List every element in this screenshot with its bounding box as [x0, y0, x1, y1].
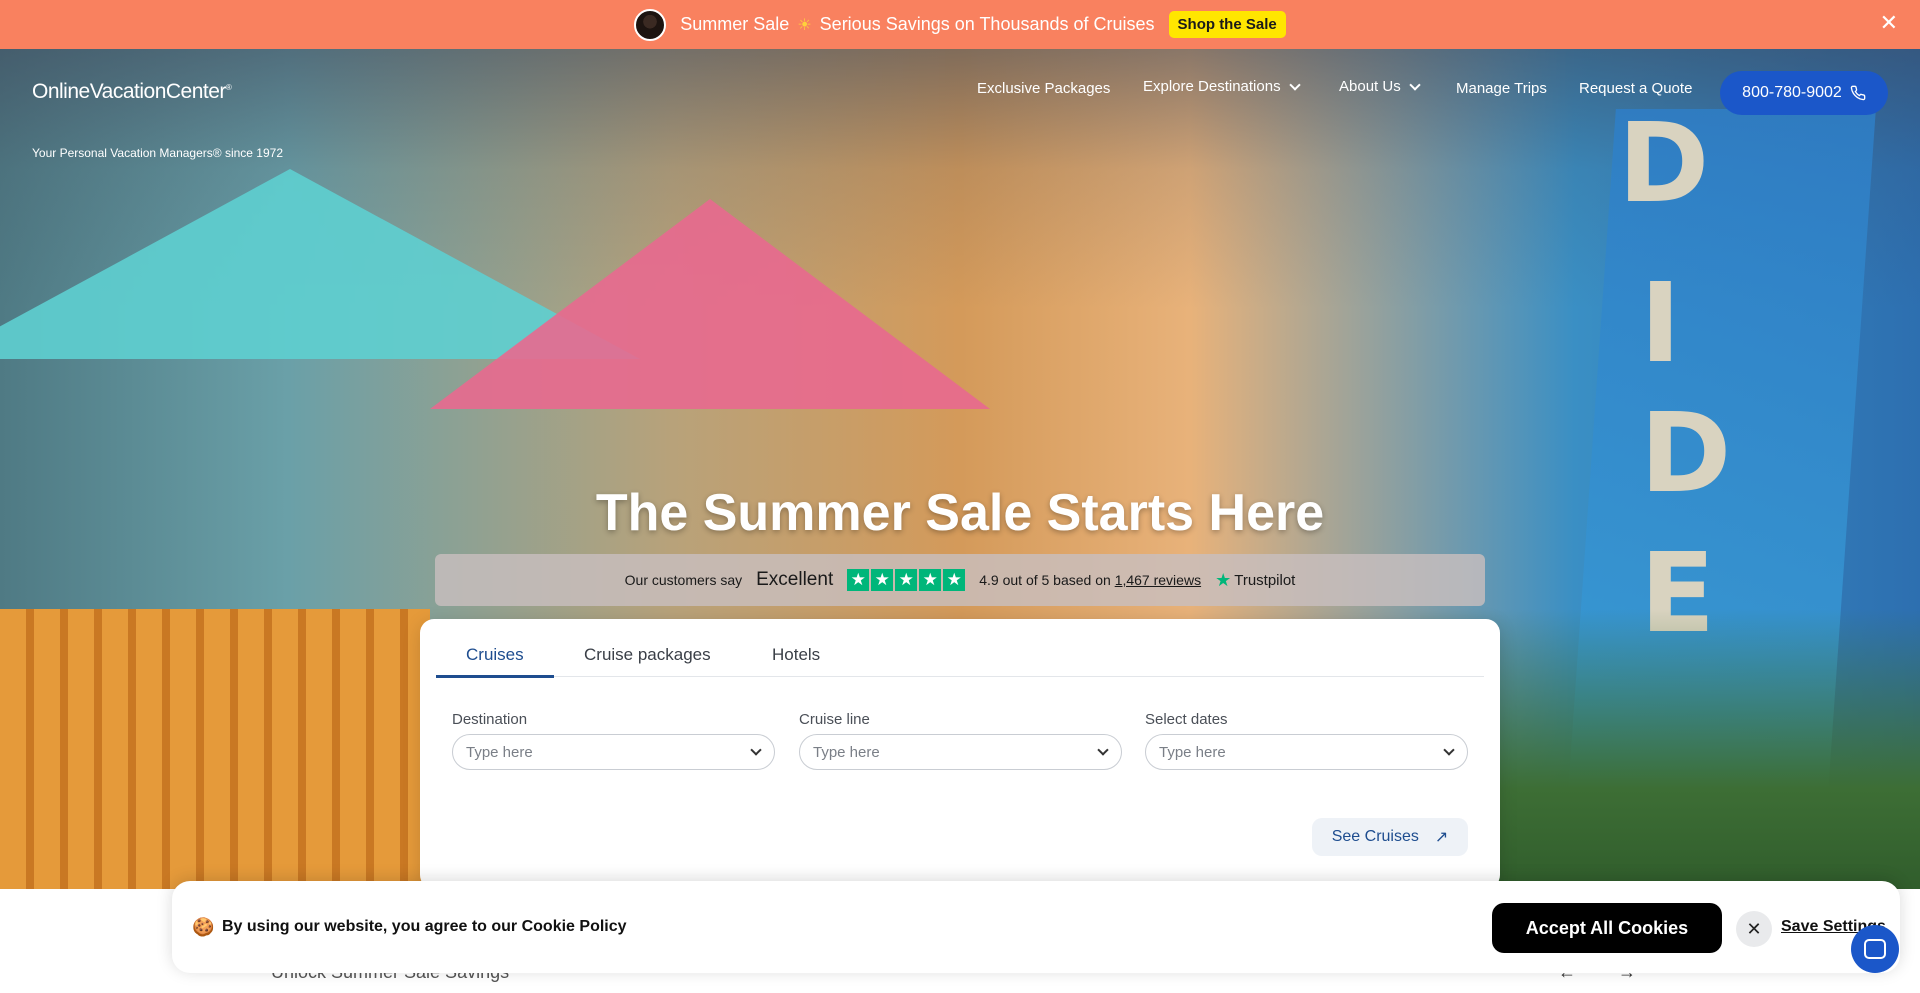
- chevron-down-icon: [1097, 744, 1109, 756]
- trust-prefix: Our customers say: [624, 572, 743, 588]
- tab-cruise-packages[interactable]: Cruise packages: [584, 645, 711, 665]
- select-dates-placeholder: Type here: [1159, 743, 1226, 761]
- trust-rating-word: Excellent: [756, 569, 834, 590]
- trustpilot-widget: Our customers say Excellent ★ ★ ★ ★ ★ 4.…: [435, 554, 1485, 606]
- logo-text: OnlineVacationCenter: [32, 80, 226, 103]
- trust-summary-text: 4.9 out of 5 based on: [979, 572, 1111, 588]
- chevron-down-icon: [1409, 78, 1421, 91]
- cookie-icon: 🍪: [192, 917, 215, 937]
- select-dates-select[interactable]: Type here: [1145, 734, 1468, 770]
- select-dates-label: Select dates: [1145, 711, 1228, 728]
- close-icon[interactable]: ✕: [1736, 911, 1772, 947]
- star-icon: ★: [895, 569, 918, 591]
- arrow-up-right-icon: ↗: [1434, 829, 1449, 846]
- destination-placeholder: Type here: [466, 743, 533, 761]
- phone-button[interactable]: 800-780-9002: [1720, 71, 1888, 115]
- star-icon: ★: [847, 569, 870, 591]
- promo-avatar: [634, 8, 667, 41]
- star-icon: ★: [943, 569, 966, 591]
- tab-cruises[interactable]: Cruises: [466, 645, 524, 665]
- promo-text: Summer Sale ☀ Serious Savings on Thousan…: [680, 14, 1154, 35]
- trustpilot-logo[interactable]: ★ Trustpilot: [1215, 570, 1295, 591]
- cruise-line-label: Cruise line: [799, 711, 870, 728]
- active-tab-indicator: [436, 675, 554, 678]
- chevron-down-icon: [1288, 78, 1301, 91]
- promo-text-savings: Serious Savings on Thousands of Cruises: [819, 14, 1155, 34]
- phone-icon: [1850, 85, 1866, 101]
- destination-label: Destination: [452, 711, 528, 728]
- sign-letter: D: [1618, 99, 1710, 227]
- chevron-down-icon: [750, 744, 762, 756]
- nav-label: About Us: [1339, 78, 1401, 95]
- trust-summary: 4.9 out of 5 based on 1,467 reviews: [979, 572, 1201, 588]
- promo-bar: Summer Sale ☀ Serious Savings on Thousan…: [0, 0, 1920, 49]
- trust-reviews-link[interactable]: 1,467 reviews: [1115, 572, 1201, 588]
- accept-all-cookies-button[interactable]: Accept All Cookies: [1492, 903, 1722, 953]
- see-cruises-label: See Cruises: [1331, 828, 1419, 845]
- star-icon: ★: [871, 569, 894, 591]
- see-cruises-button[interactable]: See Cruises ↗: [1312, 818, 1468, 856]
- nav-label: Explore Destinations: [1143, 78, 1281, 95]
- search-card: Cruises Cruise packages Hotels Destinati…: [420, 619, 1500, 889]
- shop-the-sale-button[interactable]: Shop the Sale: [1168, 11, 1286, 38]
- sun-icon: ☀: [797, 16, 812, 34]
- promo-text-sale: Summer Sale: [680, 14, 790, 34]
- hero-headline: The Summer Sale Starts Here: [595, 484, 1325, 542]
- cookie-text: By using our website, you agree to our C…: [222, 918, 627, 935]
- close-icon[interactable]: ✕: [1880, 12, 1898, 34]
- search-tabs: Cruises Cruise packages Hotels: [436, 619, 1484, 678]
- star-icon: ★: [919, 569, 942, 591]
- nav-label: Manage Trips: [1456, 80, 1547, 97]
- nav-exclusive-packages[interactable]: Exclusive Packages: [977, 80, 1110, 97]
- trustpilot-star-icon: ★: [1215, 569, 1232, 590]
- fence: [0, 609, 430, 889]
- nav-manage-trips[interactable]: Manage Trips: [1456, 80, 1547, 97]
- cruise-line-select[interactable]: Type here: [799, 734, 1122, 770]
- nav-about-us[interactable]: About Us: [1339, 78, 1421, 95]
- chat-icon: [1864, 939, 1886, 959]
- nav-label: Exclusive Packages: [977, 80, 1111, 97]
- nav-explore-destinations[interactable]: Explore Destinations: [1143, 78, 1301, 95]
- sign-letter: I: [1640, 259, 1681, 387]
- tagline: Your Personal Vacation Managers® since 1…: [32, 146, 283, 160]
- trust-stars: ★ ★ ★ ★ ★: [847, 569, 966, 591]
- cruise-line-placeholder: Type here: [813, 743, 880, 761]
- tab-hotels[interactable]: Hotels: [772, 645, 820, 665]
- site-logo[interactable]: OnlineVacationCenter®: [32, 80, 232, 104]
- registered-mark: ®: [225, 83, 232, 92]
- trustpilot-brand: Trustpilot: [1234, 571, 1296, 589]
- destination-select[interactable]: Type here: [452, 734, 775, 770]
- chat-launcher-button[interactable]: [1851, 925, 1899, 973]
- chevron-down-icon: [1443, 744, 1455, 756]
- cookie-banner: 🍪 By using our website, you agree to our…: [172, 881, 1900, 973]
- phone-number: 800-780-9002: [1742, 84, 1842, 101]
- nav-request-a-quote[interactable]: Request a Quote: [1579, 80, 1692, 97]
- nav-label: Request a Quote: [1579, 80, 1693, 97]
